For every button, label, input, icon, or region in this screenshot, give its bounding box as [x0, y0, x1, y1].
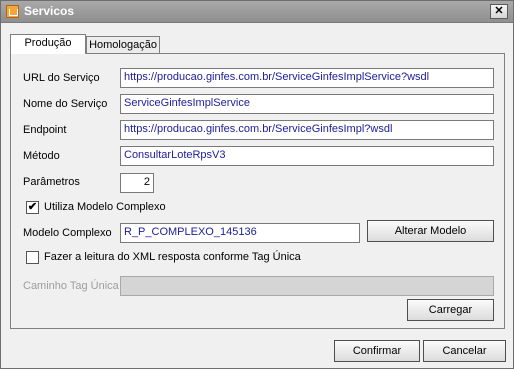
title-bar[interactable]: Servicos ✕ — [1, 1, 513, 23]
nome-label: Nome do Serviço — [23, 98, 108, 110]
confirm-button[interactable]: Confirmar — [334, 340, 420, 362]
close-button[interactable]: ✕ — [490, 4, 508, 19]
tab-producao[interactable]: Produção — [10, 34, 86, 54]
tab-homologacao[interactable]: Homologação — [86, 36, 160, 54]
tag-unica-checkbox[interactable] — [26, 251, 39, 264]
nome-field[interactable]: ServiceGinfesImplService — [120, 94, 494, 114]
endpoint-field[interactable]: https://producao.ginfes.com.br/ServiceGi… — [120, 120, 494, 140]
cancel-button[interactable]: Cancelar — [423, 340, 506, 362]
modelo-complexo-check-label[interactable]: Utiliza Modelo Complexo — [44, 201, 166, 213]
carregar-button[interactable]: Carregar — [407, 299, 494, 321]
modelo-complexo-label: Modelo Complexo — [23, 227, 112, 239]
url-field[interactable]: https://producao.ginfes.com.br/ServiceGi… — [120, 68, 494, 88]
modelo-complexo-field[interactable]: R_P_COMPLEXO_145136 — [120, 223, 360, 243]
url-label: URL do Serviço — [23, 72, 100, 84]
alterar-modelo-button[interactable]: Alterar Modelo — [367, 220, 494, 242]
metodo-label: Método — [23, 150, 60, 162]
caminho-tag-field — [120, 276, 494, 296]
parametros-field[interactable]: 2 — [120, 173, 154, 193]
metodo-field[interactable]: ConsultarLoteRpsV3 — [120, 146, 494, 166]
endpoint-label: Endpoint — [23, 124, 67, 136]
app-icon — [6, 5, 19, 18]
modelo-complexo-checkbox[interactable]: ✔ — [26, 201, 39, 214]
servicos-dialog: Servicos ✕ Produção Homologação URL do S… — [0, 0, 514, 369]
window-title: Servicos — [24, 4, 75, 18]
caminho-tag-label: Caminho Tag Única — [23, 280, 119, 292]
tag-unica-check-label[interactable]: Fazer a leitura do XML resposta conforme… — [44, 251, 301, 263]
parametros-label: Parâmetros — [23, 176, 80, 188]
